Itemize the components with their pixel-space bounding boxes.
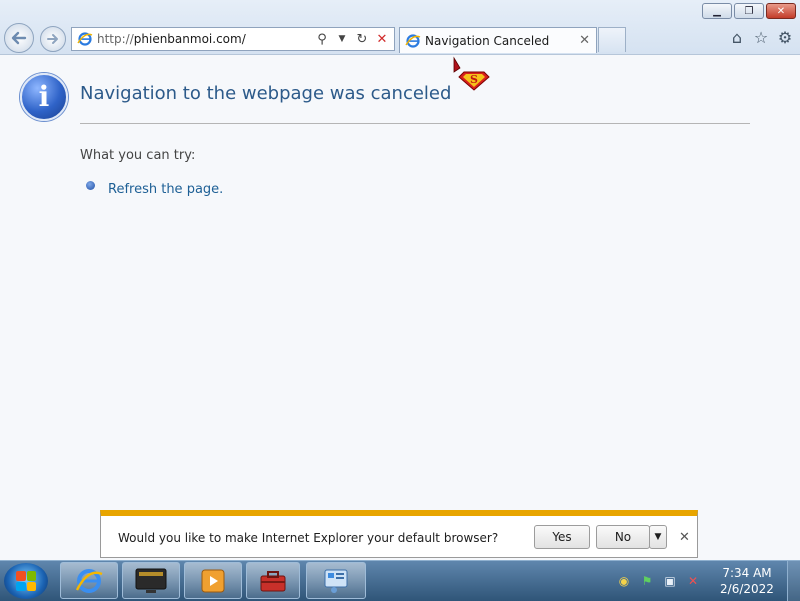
taskbar-clock[interactable]: 7:34 AM 2/6/2022 xyxy=(712,565,782,597)
taskbar-control-panel[interactable] xyxy=(306,562,366,599)
tab-navigation-canceled[interactable]: Navigation Canceled ✕ xyxy=(399,27,597,53)
info-icon: i xyxy=(20,73,68,121)
toolbox-icon xyxy=(260,570,286,591)
media-player-icon xyxy=(201,569,225,592)
address-protocol: http:// xyxy=(97,32,134,46)
notification-close-icon[interactable]: ✕ xyxy=(679,530,690,545)
network-icon[interactable]: ▣ xyxy=(662,573,678,589)
tab-title: Navigation Canceled xyxy=(425,33,550,48)
tab-close-icon[interactable]: ✕ xyxy=(579,33,590,48)
ie-tab-icon xyxy=(405,33,421,48)
superman-cursor-icon: S xyxy=(453,56,490,91)
svg-text:S: S xyxy=(470,73,478,86)
browser-toolbar: ▁ ❐ ✕ http://phienbanmoi.com/ ⚲ ▼ ↻ ✕ Na… xyxy=(0,0,800,55)
taskbar-internet-explorer[interactable] xyxy=(60,562,118,599)
clock-time: 7:34 AM xyxy=(722,566,772,580)
command-icons: ⌂ ☆ ⚙ xyxy=(728,28,794,47)
ie-page-icon xyxy=(77,32,93,46)
taskbar-movie-app[interactable] xyxy=(122,562,180,599)
home-icon[interactable]: ⌂ xyxy=(728,28,746,47)
refresh-page-link[interactable]: Refresh the page. xyxy=(108,182,223,197)
heading-divider xyxy=(80,123,750,124)
volume-muted-icon[interactable]: ✕ xyxy=(685,573,701,589)
address-bar[interactable]: http://phienbanmoi.com/ ⚲ ▼ ↻ ✕ xyxy=(71,27,395,51)
control-panel-icon xyxy=(324,569,348,593)
start-button[interactable] xyxy=(4,563,48,599)
taskbar-toolbox[interactable] xyxy=(246,562,300,599)
stop-icon[interactable]: ✕ xyxy=(374,31,390,47)
system-tray: ◉ ⚑ ▣ ✕ xyxy=(616,573,701,589)
window-controls: ▁ ❐ ✕ xyxy=(702,3,796,19)
no-button[interactable]: No xyxy=(596,525,650,549)
address-host: phienbanmoi.com/ xyxy=(133,32,246,46)
clock-date: 2/6/2022 xyxy=(720,582,774,596)
gear-icon[interactable]: ⚙ xyxy=(776,28,794,47)
taskbar: ◉ ⚑ ▣ ✕ 7:34 AM 2/6/2022 xyxy=(0,560,800,601)
forward-arrow-icon xyxy=(47,34,58,44)
dropdown-icon[interactable]: ▼ xyxy=(334,31,350,47)
back-button[interactable] xyxy=(4,23,34,53)
no-options-dropdown[interactable]: ▼ xyxy=(649,525,667,549)
show-desktop-button[interactable] xyxy=(787,561,800,601)
back-arrow-icon xyxy=(11,31,27,45)
restore-button[interactable]: ❐ xyxy=(734,3,764,19)
movie-app-icon xyxy=(135,568,167,593)
close-window-button[interactable]: ✕ xyxy=(766,3,796,19)
bullet-icon xyxy=(86,181,95,190)
try-heading: What you can try: xyxy=(80,148,196,163)
search-icon[interactable]: ⚲ xyxy=(314,31,330,47)
internet-explorer-icon xyxy=(75,568,103,593)
taskbar-media-player[interactable] xyxy=(184,562,242,599)
yes-button[interactable]: Yes xyxy=(534,525,590,549)
refresh-icon[interactable]: ↻ xyxy=(354,31,370,47)
action-center-icon[interactable]: ⚑ xyxy=(639,573,655,589)
cd-drive-icon[interactable]: ◉ xyxy=(616,573,632,589)
favorites-star-icon[interactable]: ☆ xyxy=(752,28,770,47)
minimize-button[interactable]: ▁ xyxy=(702,3,732,19)
page-heading: Navigation to the webpage was canceled xyxy=(80,83,452,104)
notification-message: Would you like to make Internet Explorer… xyxy=(118,531,499,545)
new-tab-button[interactable] xyxy=(598,27,626,52)
default-browser-notification: Would you like to make Internet Explorer… xyxy=(100,510,698,558)
forward-button[interactable] xyxy=(40,26,66,52)
windows-logo-icon xyxy=(16,571,36,591)
address-url[interactable]: http://phienbanmoi.com/ xyxy=(97,32,314,46)
